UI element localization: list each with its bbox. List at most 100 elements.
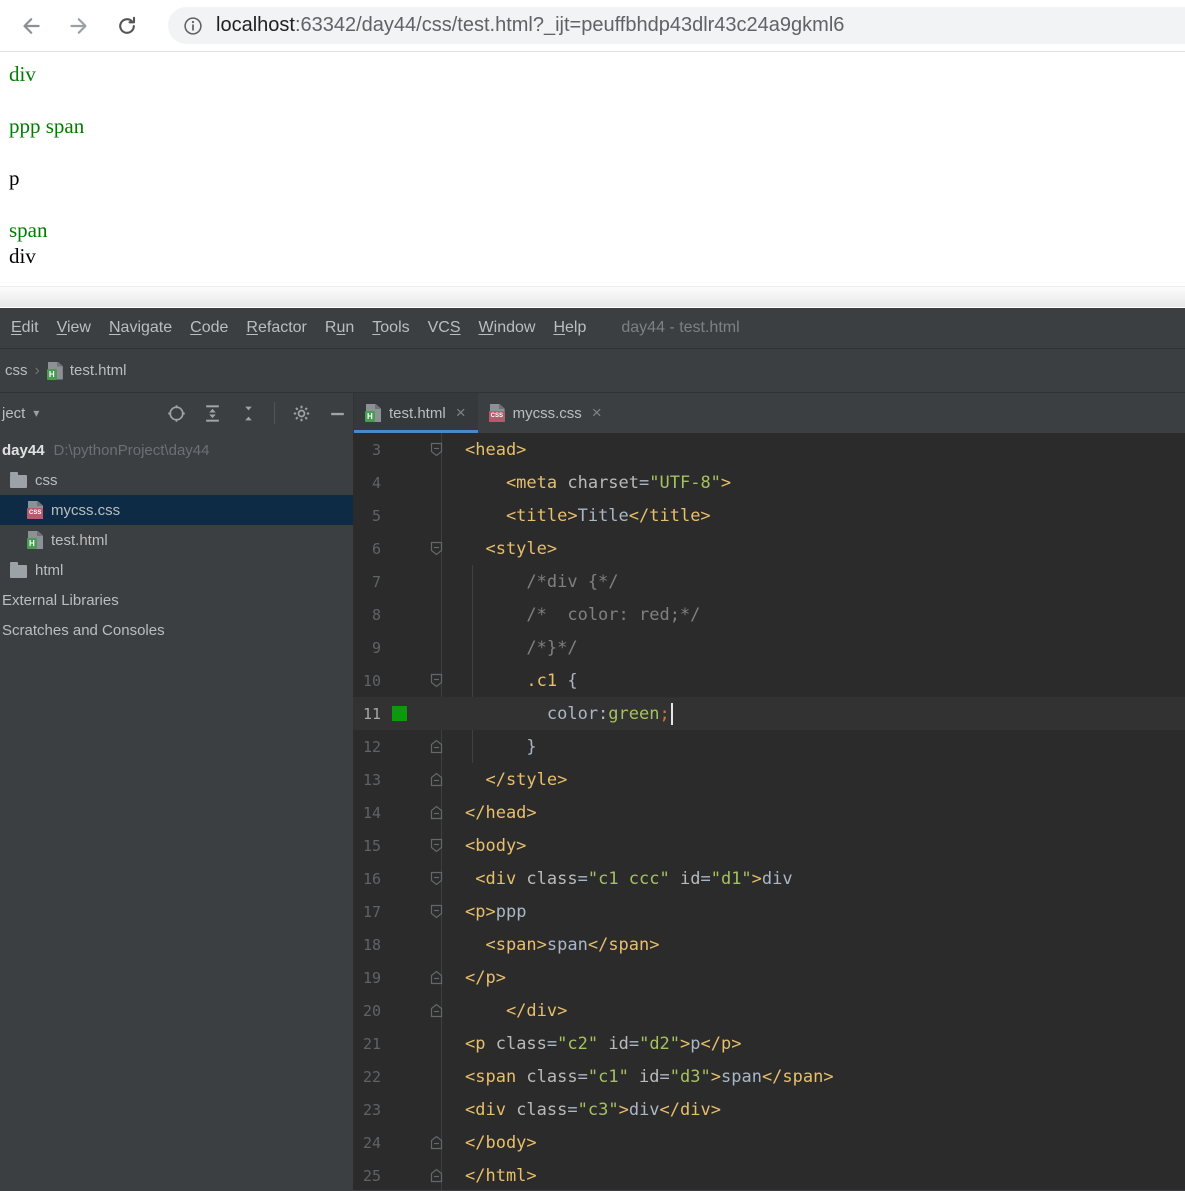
fold-column bbox=[417, 1168, 455, 1183]
fold-collapse-icon[interactable] bbox=[430, 871, 443, 886]
address-bar[interactable]: localhost:63342/day44/css/test.html?_ijt… bbox=[168, 7, 1185, 44]
breadcrumb: css › H test.html bbox=[0, 348, 1185, 392]
window-title: day44 - test.html bbox=[621, 319, 740, 336]
reload-icon[interactable] bbox=[110, 9, 144, 43]
css-file-icon: CSS bbox=[27, 501, 44, 519]
tree-row-external-libraries[interactable]: External Libraries bbox=[0, 585, 353, 615]
back-icon[interactable] bbox=[14, 9, 48, 43]
menu-item-view[interactable]: View bbox=[48, 319, 100, 337]
forward-icon[interactable] bbox=[62, 9, 96, 43]
code-line-14[interactable]: 14 </head> bbox=[353, 796, 1185, 829]
code-line-13[interactable]: 13 </style> bbox=[353, 763, 1185, 796]
line-number: 8 bbox=[371, 605, 381, 624]
line-number: 3 bbox=[371, 440, 381, 459]
code-line-4[interactable]: 4 <meta charset="UTF-8"> bbox=[353, 466, 1185, 499]
tab-mycss.css[interactable]: CSS mycss.css × bbox=[478, 393, 614, 433]
close-icon[interactable]: × bbox=[592, 403, 602, 423]
menu-item-code[interactable]: Code bbox=[181, 319, 237, 337]
tree-row-html[interactable]: html bbox=[0, 555, 353, 585]
fold-end-icon[interactable] bbox=[430, 970, 443, 985]
code-line-15[interactable]: 15 <body> bbox=[353, 829, 1185, 862]
tree-row-day44[interactable]: day44 D:\pythonProject\day44 bbox=[0, 435, 353, 465]
code-line-25[interactable]: 25 </html> bbox=[353, 1159, 1185, 1190]
fold-end-icon[interactable] bbox=[430, 1003, 443, 1018]
code-line-20[interactable]: 20 </div> bbox=[353, 994, 1185, 1027]
code-line-24[interactable]: 24 </body> bbox=[353, 1126, 1185, 1159]
fold-collapse-icon[interactable] bbox=[430, 442, 443, 457]
line-number: 18 bbox=[362, 935, 381, 954]
fold-end-icon[interactable] bbox=[430, 1135, 443, 1150]
line-number: 17 bbox=[362, 902, 381, 921]
code-line-8[interactable]: 8 /* color: red;*/ bbox=[353, 598, 1185, 631]
menu-item-tools[interactable]: Tools bbox=[363, 319, 418, 337]
code-line-5[interactable]: 5 <title>Title</title> bbox=[353, 499, 1185, 532]
info-icon[interactable] bbox=[182, 15, 204, 37]
code-line-18[interactable]: 18 <span>span</span> bbox=[353, 928, 1185, 961]
expand-all-icon[interactable] bbox=[202, 403, 222, 423]
breadcrumb-file[interactable]: H test.html bbox=[46, 361, 127, 380]
menu-item-run[interactable]: Run bbox=[316, 319, 363, 337]
project-panel-toolbar: ject ▾ bbox=[0, 393, 353, 433]
menu-item-navigate[interactable]: Navigate bbox=[100, 319, 181, 337]
tree-row-mycss-css[interactable]: CSS mycss.css bbox=[0, 495, 353, 525]
code-line-7[interactable]: 7 /*div {*/ bbox=[353, 565, 1185, 598]
browser-toolbar: localhost:63342/day44/css/test.html?_ijt… bbox=[0, 0, 1185, 52]
tree-item-label: day44 bbox=[2, 441, 45, 459]
menu-item-vcs[interactable]: VCS bbox=[419, 319, 470, 337]
code-line-3[interactable]: 3 <head> bbox=[353, 433, 1185, 466]
code-line-11[interactable]: 11 color:green; bbox=[353, 697, 1185, 730]
fold-collapse-icon[interactable] bbox=[430, 904, 443, 919]
fold-collapse-icon[interactable] bbox=[430, 838, 443, 853]
tree-row-test-html[interactable]: Htest.html bbox=[0, 525, 353, 555]
tree-row-css[interactable]: css bbox=[0, 465, 353, 495]
code-line-16[interactable]: 16 <div class="c1 ccc" id="d1">div bbox=[353, 862, 1185, 895]
code-text: /*}*/ bbox=[465, 637, 578, 658]
fold-end-icon[interactable] bbox=[430, 739, 443, 754]
code-line-22[interactable]: 22 <span class="c1" id="d3">span</span> bbox=[353, 1060, 1185, 1093]
tree-row-scratches-and-consoles[interactable]: Scratches and Consoles bbox=[0, 615, 353, 645]
rendered-text-line: span bbox=[9, 218, 48, 242]
code-line-12[interactable]: 12 } bbox=[353, 730, 1185, 763]
tab-test.html[interactable]: Htest.html × bbox=[354, 393, 478, 433]
code-line-9[interactable]: 9 /*}*/ bbox=[353, 631, 1185, 664]
code-text: </head> bbox=[465, 802, 537, 823]
settings-gear-icon[interactable] bbox=[291, 403, 311, 423]
code-line-17[interactable]: 17 <p>ppp bbox=[353, 895, 1185, 928]
fold-collapse-icon[interactable] bbox=[430, 673, 443, 688]
chevron-down-icon[interactable]: ▾ bbox=[33, 406, 39, 420]
menu-item-window[interactable]: Window bbox=[470, 319, 545, 337]
fold-collapse-icon[interactable] bbox=[430, 541, 443, 556]
locate-icon[interactable] bbox=[166, 403, 186, 423]
hide-panel-icon[interactable] bbox=[327, 403, 347, 423]
menu-item-edit[interactable]: Edit bbox=[2, 319, 48, 337]
line-number: 7 bbox=[371, 572, 381, 591]
breadcrumb-folder[interactable]: css bbox=[5, 362, 28, 379]
html-file-icon-slot: H bbox=[27, 531, 43, 549]
text-caret bbox=[670, 702, 673, 725]
menu-item-help[interactable]: Help bbox=[544, 319, 595, 337]
css-file-icon-slot: CSS bbox=[27, 501, 44, 519]
collapse-all-icon[interactable] bbox=[238, 403, 258, 423]
code-line-19[interactable]: 19 </p> bbox=[353, 961, 1185, 994]
line-number: 24 bbox=[362, 1133, 381, 1152]
code-text: <meta charset="UTF-8"> bbox=[465, 472, 732, 493]
line-number: 23 bbox=[362, 1100, 381, 1119]
menu-item-refactor[interactable]: Refactor bbox=[237, 319, 315, 337]
code-line-21[interactable]: 21 <p class="c2" id="d2">p</p> bbox=[353, 1027, 1185, 1060]
toolbar-divider bbox=[274, 402, 275, 424]
fold-end-icon[interactable] bbox=[430, 1168, 443, 1183]
project-view-selector[interactable]: ject bbox=[0, 405, 25, 422]
code-editor[interactable]: 3 <head> 4 <meta charset="UTF-8"> 5 <title>… bbox=[353, 433, 1185, 1190]
tree-item-label: html bbox=[35, 561, 64, 579]
color-preview-green-icon[interactable] bbox=[391, 706, 407, 721]
close-icon[interactable]: × bbox=[456, 403, 466, 423]
fold-column bbox=[417, 772, 455, 787]
editor-tabs: Htest.html × CSS mycss.css × bbox=[353, 393, 1185, 433]
fold-end-icon[interactable] bbox=[430, 772, 443, 787]
code-line-10[interactable]: 10 .c1 { bbox=[353, 664, 1185, 697]
url-text[interactable]: localhost:63342/day44/css/test.html?_ijt… bbox=[216, 14, 844, 37]
code-line-6[interactable]: 6 <style> bbox=[353, 532, 1185, 565]
code-line-23[interactable]: 23 <div class="c3">div</div> bbox=[353, 1093, 1185, 1126]
tree-item-label: External Libraries bbox=[2, 591, 119, 609]
fold-end-icon[interactable] bbox=[430, 805, 443, 820]
